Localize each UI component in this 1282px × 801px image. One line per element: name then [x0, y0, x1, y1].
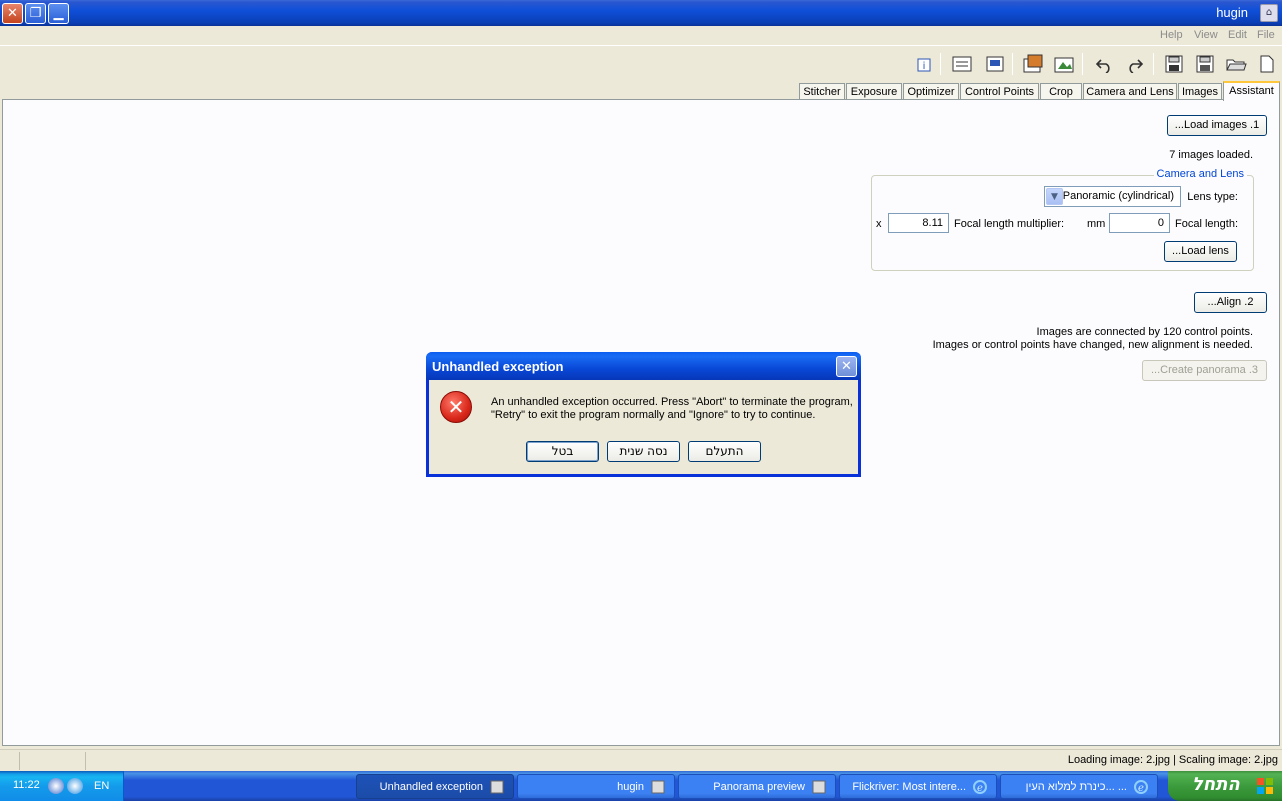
- focal-length-unit: mm: [1087, 218, 1106, 230]
- toolbar: i: [0, 47, 1282, 81]
- internet-explorer-icon: e: [973, 780, 987, 794]
- hugin-icon: [651, 780, 665, 794]
- windows-flag-icon: [1257, 778, 1273, 794]
- hugin-app-icon: ⌂: [1260, 4, 1278, 22]
- language-indicator[interactable]: EN: [94, 780, 109, 792]
- info-icon[interactable]: i: [912, 52, 936, 76]
- abort-button[interactable]: בטל: [526, 441, 599, 462]
- camera-lens-group: Camera and Lens Lens type: ▼ Panoramic (…: [871, 168, 1254, 271]
- network-icon[interactable]: [67, 778, 83, 794]
- taskbar: 11:22 EN Unhandled exception hugin Panor…: [0, 771, 1282, 801]
- dialog-message: An unhandled exception occurred. Press "…: [491, 396, 853, 421]
- task-panorama-preview[interactable]: Panorama preview: [678, 774, 836, 799]
- unhandled-exception-dialog: Unhandled exception ✕ ✕ An unhandled exc…: [426, 352, 861, 477]
- hugin-icon: [490, 780, 504, 794]
- chevron-down-icon[interactable]: ▼: [1046, 188, 1063, 205]
- dialog-title-bar: Unhandled exception ✕: [426, 352, 861, 380]
- status-text: Loading image: 2.jpg | Scaling image: 2.…: [1067, 754, 1278, 766]
- start-button[interactable]: התחל: [1168, 771, 1282, 801]
- open-icon[interactable]: [1224, 52, 1248, 76]
- menu-edit[interactable]: Edit: [1228, 29, 1247, 41]
- tab-bar: Stitcher Exposure Optimizer Control Poin…: [0, 81, 1282, 101]
- toolbar-separator: [1082, 53, 1083, 75]
- focal-length-label: Focal length:: [1175, 218, 1238, 230]
- svg-text:i: i: [923, 61, 926, 72]
- window-title: hugin: [1216, 5, 1248, 20]
- load-lens-button[interactable]: Load lens...: [1164, 241, 1237, 262]
- dialog-title: Unhandled exception: [432, 359, 564, 374]
- svg-text:e: e: [1138, 783, 1144, 794]
- status-bar: Loading image: 2.jpg | Scaling image: 2.…: [0, 749, 1282, 771]
- control-points-status: Images are connected by 120 control poin…: [1036, 326, 1253, 338]
- load-images-button[interactable]: 1. Load images...: [1167, 115, 1267, 136]
- align-button[interactable]: 2. Align...: [1194, 292, 1267, 313]
- task-unhandled-exception[interactable]: Unhandled exception: [356, 774, 514, 799]
- alignment-status: Images or control points have changed, n…: [932, 339, 1253, 351]
- menu-bar: Help View Edit File: [0, 26, 1282, 46]
- menu-view[interactable]: View: [1194, 29, 1218, 41]
- focal-multiplier-label: Focal length multiplier:: [954, 218, 1065, 230]
- hugin-icon: [812, 780, 826, 794]
- menu-file[interactable]: File: [1257, 29, 1275, 41]
- title-bar: ✕ ❐ ▁ hugin ⌂: [0, 0, 1282, 26]
- create-panorama-button[interactable]: 3. Create panorama...: [1142, 360, 1267, 381]
- toolbar-separator: [1012, 53, 1013, 75]
- preview-icon[interactable]: [983, 52, 1007, 76]
- new-icon[interactable]: [1255, 52, 1279, 76]
- save-icon[interactable]: [1193, 52, 1217, 76]
- group-title: Camera and Lens: [1153, 168, 1247, 180]
- volume-icon[interactable]: [48, 778, 64, 794]
- minimize-button[interactable]: ▁: [48, 3, 69, 24]
- task-flickriver[interactable]: Flickriver: Most intere... e: [839, 774, 997, 799]
- error-icon: ✕: [440, 391, 472, 423]
- system-tray: 11:22 EN: [0, 771, 124, 801]
- undo-icon[interactable]: [1092, 52, 1116, 76]
- dialog-close-button[interactable]: ✕: [836, 356, 857, 377]
- toolbar-separator: [1153, 53, 1154, 75]
- task-kinneret[interactable]: כינרת למלוא העין... ... e: [1000, 774, 1158, 799]
- lens-type-label: Lens type:: [1187, 191, 1238, 203]
- restore-button[interactable]: ❐: [25, 3, 46, 24]
- options-icon[interactable]: [950, 52, 974, 76]
- close-button[interactable]: ✕: [2, 3, 23, 24]
- clock: 11:22: [13, 779, 40, 791]
- open-preview-icon[interactable]: [1021, 52, 1045, 76]
- focal-multiplier-input[interactable]: 8.11: [888, 213, 949, 233]
- focal-length-input[interactable]: 0: [1109, 213, 1170, 233]
- task-hugin[interactable]: hugin: [517, 774, 675, 799]
- retry-button[interactable]: נסה שנית: [607, 441, 680, 462]
- gl-preview-icon[interactable]: [1052, 52, 1076, 76]
- menu-help[interactable]: Help: [1160, 29, 1183, 41]
- tab-assistant[interactable]: Assistant: [1223, 81, 1280, 101]
- ignore-button[interactable]: התעלם: [688, 441, 761, 462]
- internet-explorer-icon: e: [1134, 780, 1148, 794]
- redo-icon[interactable]: [1123, 52, 1147, 76]
- focal-multiplier-unit: x: [876, 218, 882, 230]
- svg-text:e: e: [977, 783, 983, 794]
- toolbar-separator: [940, 53, 941, 75]
- save-as-icon[interactable]: [1162, 52, 1186, 76]
- images-loaded-text: 7 images loaded.: [1169, 149, 1253, 161]
- status-cell: [20, 752, 86, 770]
- lens-type-select[interactable]: ▼ Panoramic (cylindrical): [1044, 186, 1181, 207]
- status-cell: [0, 752, 20, 770]
